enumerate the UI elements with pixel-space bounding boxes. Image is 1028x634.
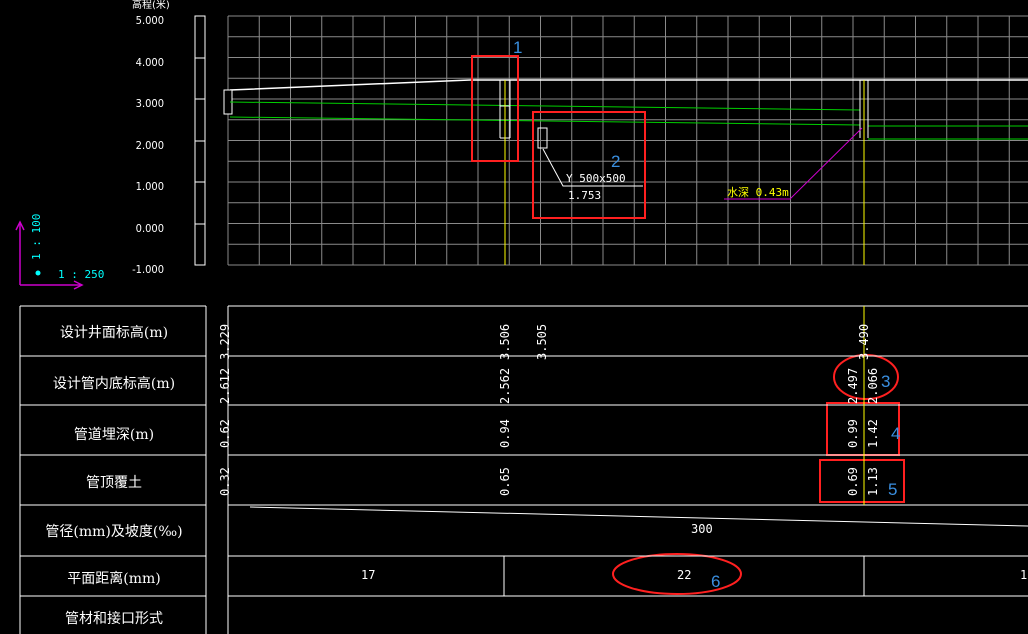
row-label-ground-elevation: 设计井面标高(m) [59,325,169,341]
cell-invert-elevation: 2.562 [498,367,512,404]
pipe-size-label: Y 500x500 [566,172,626,185]
cell-ground-elevation: 3.505 [535,323,549,360]
cell-plan-distance: 22 [677,568,692,582]
cell-pipe-depth: 0.99 [846,419,860,448]
row-label-pipe-material: 管材和接口形式 [65,611,163,627]
cell-pipe-depth: 0.62 [218,419,232,448]
y-tick: 3.000 [135,97,164,110]
annotation-number: 1 [513,38,523,57]
ground-line [229,79,1028,91]
annotation-number: 4 [891,424,901,443]
annotation-number: 6 [711,572,721,591]
y-tick: 5.000 [135,14,164,27]
highlight-box-1 [471,55,519,162]
pipe-bottom-line [229,116,861,126]
annotation-number: 5 [888,480,898,499]
y-tick: 1.000 [135,180,164,193]
row-label-plan-distance: 平面距离(mm) [67,571,161,587]
drawing-canvas: 高程(米) 5.000 4.000 3.000 2.000 1.000 0.00… [0,0,1028,634]
cell-invert-elevation: 2.612 [218,367,232,404]
axis-title: 高程(米) [132,0,170,11]
annotation-number: 3 [881,372,891,391]
cell-pipe-depth: 0.94 [498,419,512,448]
annotation-number: 2 [611,152,621,171]
row-label-cover: 管顶覆土 [86,475,142,491]
crossing-pipe-box [537,127,548,149]
profile-grid [227,15,1028,266]
vertical-scale-label: 1 : 100 [30,213,43,260]
y-tick: 2.000 [135,139,164,152]
cell-invert-elevation: 2.497 [846,367,860,404]
cell-pipe-depth: 1.42 [866,419,880,448]
cell-cover: 0.69 [846,467,860,496]
pipe-top-line [229,101,861,111]
cell-plan-distance: 17 [361,568,376,582]
horizontal-scale-label: 1 : 250 [58,268,105,281]
row-label-diameter-slope: 管径(mm)及坡度(‰) [45,524,183,540]
cell-pipe-diameter: 300 [691,522,713,536]
row-label-pipe-depth: 管道埋深(m) [73,427,155,443]
slope-line [249,506,1028,527]
y-tick: 4.000 [135,56,164,69]
y-tick: -1.000 [132,263,164,276]
cell-cover: 0.32 [218,467,232,496]
cell-cover: 0.65 [498,467,512,496]
cell-plan-distance: 1 [1020,568,1028,582]
y-tick: 0.000 [135,222,164,235]
cell-cover: 1.13 [866,467,880,496]
highlight-box-2 [532,111,646,219]
cell-invert-elevation: 2.066 [866,367,880,404]
cell-ground-elevation: 3.229 [218,323,232,360]
highlight-box-4 [826,402,900,456]
cell-ground-elevation: 3.490 [857,323,871,360]
cell-ground-elevation: 3.506 [498,323,512,360]
water-depth-label: 水深 0.43m [727,186,789,199]
pipe-elevation-label: 1.753 [568,189,602,202]
row-label-invert-elevation: 设计管内底标高(m) [52,376,176,392]
